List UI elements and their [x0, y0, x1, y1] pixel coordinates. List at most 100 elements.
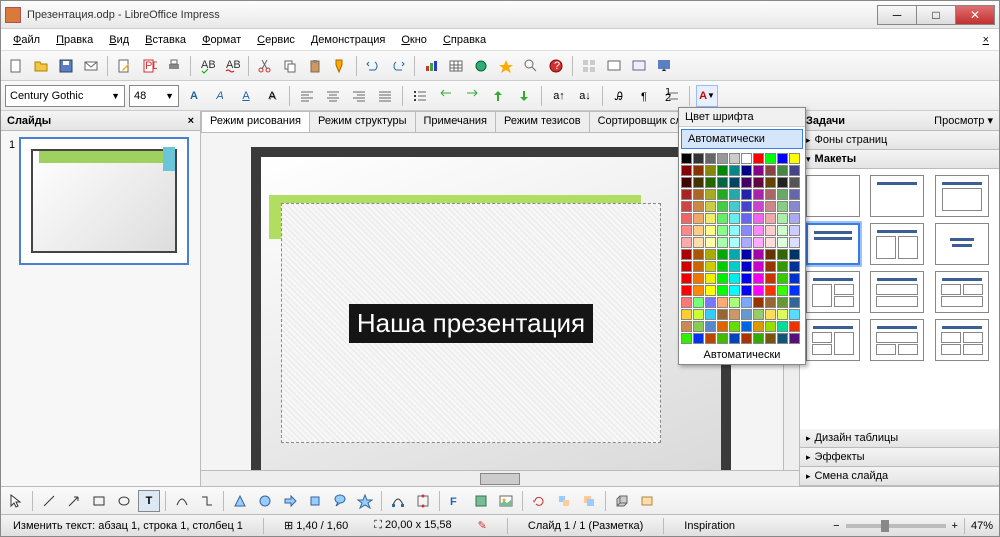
color-swatch[interactable] — [717, 333, 728, 344]
color-swatch[interactable] — [765, 201, 776, 212]
color-swatch[interactable] — [765, 309, 776, 320]
layout-two-content[interactable] — [870, 223, 924, 265]
close-button[interactable]: ✕ — [955, 5, 995, 25]
menubar-close-icon[interactable]: × — [977, 34, 995, 46]
slide-panel-close-icon[interactable]: × — [188, 115, 194, 127]
color-swatch[interactable] — [729, 321, 740, 332]
block-arrows-tool[interactable] — [279, 490, 301, 512]
zoom-out-icon[interactable]: − — [833, 520, 839, 532]
redo-button[interactable] — [387, 55, 409, 77]
help-button[interactable]: ? — [545, 55, 567, 77]
color-swatch[interactable] — [753, 333, 764, 344]
menu-insert[interactable]: Вставка — [137, 32, 194, 48]
extrusion-tool[interactable] — [611, 490, 633, 512]
color-swatch[interactable] — [789, 237, 800, 248]
color-swatch[interactable] — [765, 213, 776, 224]
color-swatch[interactable] — [741, 165, 752, 176]
color-swatch[interactable] — [681, 201, 692, 212]
color-swatch[interactable] — [789, 201, 800, 212]
color-swatch[interactable] — [741, 189, 752, 200]
color-swatch[interactable] — [693, 213, 704, 224]
color-swatch[interactable] — [717, 309, 728, 320]
color-swatch[interactable] — [789, 213, 800, 224]
open-button[interactable] — [30, 55, 52, 77]
color-swatch[interactable] — [717, 321, 728, 332]
demote-button[interactable] — [461, 85, 483, 107]
color-swatch[interactable] — [777, 261, 788, 272]
color-swatch[interactable] — [705, 213, 716, 224]
color-swatch[interactable] — [705, 189, 716, 200]
bold-button[interactable]: A — [183, 85, 205, 107]
layout-title-only-selected[interactable] — [806, 223, 860, 265]
layout-blank[interactable] — [806, 175, 860, 217]
color-swatch[interactable] — [705, 249, 716, 260]
basic-shapes-tool[interactable] — [229, 490, 251, 512]
section-backgrounds[interactable]: ▸Фоны страниц — [800, 131, 999, 150]
layout-l6[interactable] — [935, 319, 989, 361]
menu-edit[interactable]: Правка — [48, 32, 101, 48]
line-tool[interactable] — [38, 490, 60, 512]
color-swatch[interactable] — [693, 261, 704, 272]
zoom-slider[interactable] — [846, 524, 946, 528]
tab-outline[interactable]: Режим структуры — [309, 111, 416, 132]
slide-button[interactable] — [603, 55, 625, 77]
layout-l1[interactable] — [806, 271, 860, 313]
color-swatch[interactable] — [741, 297, 752, 308]
color-swatch[interactable] — [717, 237, 728, 248]
color-swatch[interactable] — [693, 237, 704, 248]
color-swatch[interactable] — [693, 201, 704, 212]
color-swatch[interactable] — [729, 333, 740, 344]
arrow-tool[interactable] — [63, 490, 85, 512]
underline-button[interactable]: A — [235, 85, 257, 107]
align-right-button[interactable] — [348, 85, 370, 107]
color-swatch[interactable] — [789, 261, 800, 272]
color-swatch[interactable] — [705, 285, 716, 296]
color-swatch[interactable] — [717, 225, 728, 236]
color-swatch[interactable] — [765, 165, 776, 176]
color-swatch[interactable] — [753, 189, 764, 200]
color-swatch[interactable] — [717, 249, 728, 260]
export-pdf-button[interactable]: PDF — [138, 55, 160, 77]
color-swatch[interactable] — [705, 321, 716, 332]
color-swatch[interactable] — [729, 261, 740, 272]
color-swatch[interactable] — [717, 297, 728, 308]
color-swatch[interactable] — [753, 321, 764, 332]
maximize-button[interactable]: □ — [916, 5, 956, 25]
section-transition[interactable]: ▸Смена слайда — [800, 467, 999, 486]
menu-tools[interactable]: Сервис — [249, 32, 303, 48]
color-swatch[interactable] — [693, 189, 704, 200]
color-swatch[interactable] — [693, 273, 704, 284]
color-swatch[interactable] — [681, 285, 692, 296]
color-swatch[interactable] — [789, 189, 800, 200]
align-justify-button[interactable] — [374, 85, 396, 107]
color-swatch[interactable] — [681, 273, 692, 284]
menu-view[interactable]: Вид — [101, 32, 137, 48]
color-swatch[interactable] — [681, 249, 692, 260]
color-swatch[interactable] — [753, 177, 764, 188]
layout-title[interactable] — [870, 175, 924, 217]
arrange-tool[interactable] — [578, 490, 600, 512]
color-swatch[interactable] — [693, 165, 704, 176]
color-swatch[interactable] — [789, 225, 800, 236]
color-swatch[interactable] — [729, 297, 740, 308]
color-swatch[interactable] — [729, 285, 740, 296]
color-swatch[interactable] — [753, 153, 764, 164]
paragraph-button[interactable]: ¶ — [635, 85, 657, 107]
copy-button[interactable] — [279, 55, 301, 77]
color-swatch[interactable] — [777, 285, 788, 296]
autospell-button[interactable]: ABC — [221, 55, 243, 77]
movedown-button[interactable] — [513, 85, 535, 107]
color-swatch[interactable] — [729, 249, 740, 260]
color-swatch[interactable] — [705, 237, 716, 248]
color-swatch[interactable] — [681, 189, 692, 200]
gallery-tool[interactable] — [495, 490, 517, 512]
section-layouts[interactable]: ▾Макеты — [800, 150, 999, 169]
color-swatch[interactable] — [681, 261, 692, 272]
format-paintbrush-button[interactable] — [329, 55, 351, 77]
color-swatch[interactable] — [777, 165, 788, 176]
color-swatch[interactable] — [765, 153, 776, 164]
color-swatch[interactable] — [693, 225, 704, 236]
color-swatch[interactable] — [753, 165, 764, 176]
color-swatch[interactable] — [777, 333, 788, 344]
font-size-combo[interactable]: 48▼ — [129, 85, 179, 107]
